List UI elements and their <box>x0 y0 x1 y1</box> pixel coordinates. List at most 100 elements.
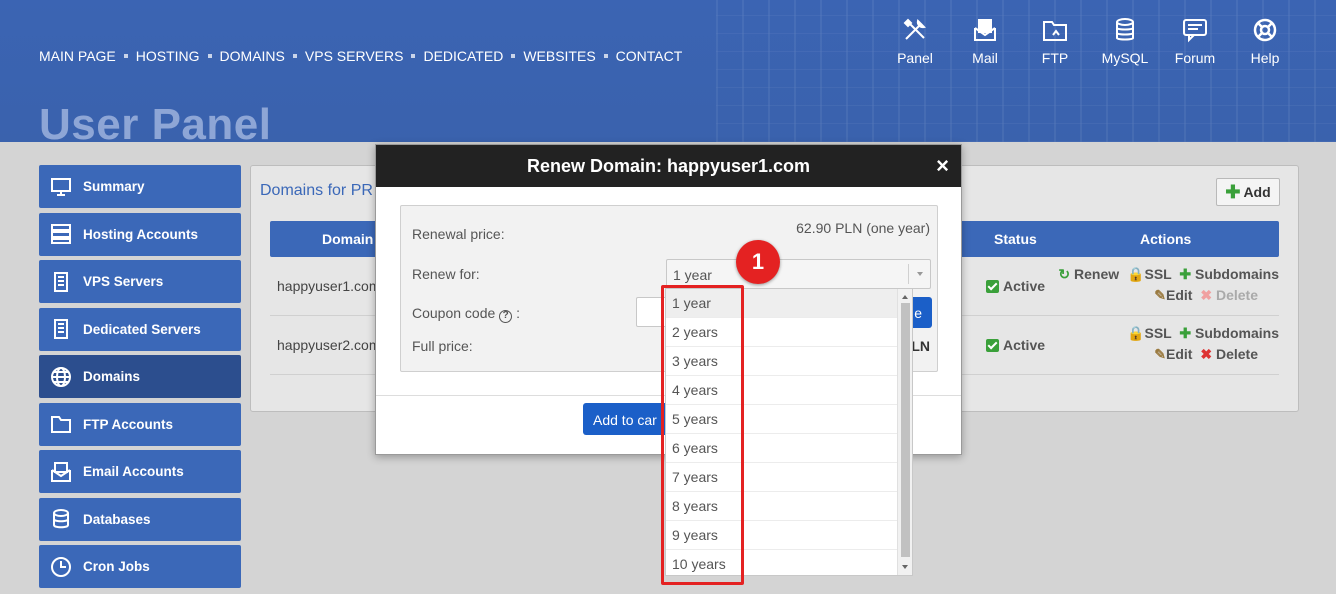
ssl-link[interactable]: 🔒SSL <box>1127 325 1171 341</box>
coupon-label-text: Coupon code <box>412 305 496 321</box>
renew-label: Renew <box>1074 266 1120 282</box>
nav-main-page[interactable]: MAIN PAGE <box>39 48 116 64</box>
domain-name: happyuser1.com <box>277 278 381 294</box>
dropdown-scrollbar[interactable] <box>897 289 912 575</box>
close-icon[interactable]: × <box>936 145 949 187</box>
sidebar-item-vps-servers[interactable]: VPS Servers <box>39 260 241 303</box>
sidebar-item-domains[interactable]: Domains <box>39 355 241 398</box>
menu-mysql[interactable]: MySQL <box>1090 14 1160 66</box>
renew-icon: ↻ <box>1058 266 1071 282</box>
check-icon <box>986 338 999 352</box>
edit-label: Edit <box>1166 346 1193 362</box>
vps-icon <box>54 271 68 292</box>
sidebar-item-label: Cron Jobs <box>83 559 150 574</box>
menu-forum[interactable]: Forum <box>1160 14 1230 66</box>
menu-mail[interactable]: Mail <box>950 14 1020 66</box>
delete-icon: ✖ <box>1200 346 1213 362</box>
nav-contact[interactable]: CONTACT <box>616 48 683 64</box>
edit-link[interactable]: ✎Edit <box>1154 287 1192 303</box>
add-to-cart-button[interactable]: Add to car <box>583 403 673 435</box>
sidebar: Summary Hosting Accounts VPS Servers Ded… <box>39 165 241 593</box>
menu-ftp[interactable]: FTP <box>1020 14 1090 66</box>
step-marker: 1 <box>736 240 780 284</box>
scrollbar-thumb[interactable] <box>901 303 910 557</box>
ssl-link[interactable]: 🔒SSL <box>1127 266 1171 282</box>
subdomains-link[interactable]: ✚ Subdomains <box>1179 266 1279 282</box>
globe-icon <box>51 366 71 387</box>
sidebar-item-dedicated-servers[interactable]: Dedicated Servers <box>39 307 241 351</box>
renew-link[interactable]: ↻ Renew <box>1058 266 1119 282</box>
delete-label: Delete <box>1215 346 1258 362</box>
menu-ftp-label: FTP <box>1041 50 1069 66</box>
monitor-icon <box>51 177 71 196</box>
edit-link[interactable]: ✎Edit <box>1154 346 1192 362</box>
sidebar-item-label: Email Accounts <box>83 464 184 479</box>
dedicated-icon <box>54 319 68 339</box>
menu-mail-label: Mail <box>972 50 998 66</box>
sidebar-item-label: Dedicated Servers <box>83 321 201 337</box>
renew-period-value: 1 year <box>673 267 712 283</box>
coupon-label: Coupon code ? : <box>412 305 520 323</box>
delete-link[interactable]: ✖ Delete <box>1200 346 1258 362</box>
full-price-label: Full price: <box>412 338 473 354</box>
subdomains-link[interactable]: ✚ Subdomains <box>1179 325 1279 341</box>
plus-icon: ✚ <box>1225 181 1241 202</box>
sidebar-item-label: Hosting Accounts <box>83 226 199 242</box>
nav-domains[interactable]: DOMAINS <box>220 48 285 64</box>
renewal-price-value: 62.90 PLN (one year) <box>796 220 930 236</box>
delete-label: Delete <box>1215 287 1258 303</box>
chevron-down-icon <box>908 264 930 284</box>
database-icon <box>1116 18 1134 41</box>
domain-name: happyuser2.com <box>277 337 381 353</box>
column-domain: Domain <box>322 231 374 247</box>
nav-dedicated[interactable]: DEDICATED <box>423 48 503 64</box>
check-icon <box>986 279 999 293</box>
database-icon <box>53 509 69 529</box>
delete-link[interactable]: ✖ Delete <box>1200 287 1258 303</box>
nav-websites[interactable]: WEBSITES <box>523 48 595 64</box>
menu-help[interactable]: Help <box>1230 14 1300 66</box>
sidebar-item-hosting-accounts[interactable]: Hosting Accounts <box>39 212 241 256</box>
email-icon <box>51 461 71 482</box>
edit-icon: ✎ <box>1154 287 1166 303</box>
scroll-down-icon[interactable] <box>902 565 908 569</box>
edit-label: Edit <box>1166 287 1193 303</box>
sidebar-item-label: VPS Servers <box>83 274 164 289</box>
lifebuoy-icon <box>1253 18 1277 42</box>
delete-icon: ✖ <box>1200 287 1213 303</box>
sidebar-item-summary[interactable]: Summary <box>39 165 241 208</box>
ftp-icon <box>1043 21 1067 41</box>
ssl-label: SSL <box>1144 325 1172 341</box>
sidebar-item-label: Domains <box>83 369 141 384</box>
sidebar-item-databases[interactable]: Databases <box>39 497 241 541</box>
mail-icon <box>974 19 996 41</box>
main-nav: MAIN PAGE HOSTING DOMAINS VPS SERVERS DE… <box>39 48 682 64</box>
plus-icon: ✚ <box>1179 325 1192 341</box>
menu-help-label: Help <box>1250 50 1280 66</box>
menu-panel[interactable]: Panel <box>880 14 950 66</box>
coupon-colon: : <box>516 305 520 321</box>
renewal-price-label: Renewal price: <box>412 226 505 242</box>
nav-separator <box>207 54 212 58</box>
add-domain-button[interactable]: ✚ Add <box>1216 178 1280 206</box>
renew-for-label: Renew for: <box>412 266 480 282</box>
sidebar-item-cron-jobs[interactable]: Cron Jobs <box>39 545 241 588</box>
sidebar-item-ftp-accounts[interactable]: FTP Accounts <box>39 402 241 446</box>
menu-panel-label: Panel <box>897 50 933 66</box>
nav-vps-servers[interactable]: VPS SERVERS <box>305 48 404 64</box>
help-icon[interactable]: ? <box>499 310 513 323</box>
row-actions: 🔒SSL ✚ Subdomains ✎Edit ✖ Delete <box>1049 323 1279 365</box>
nav-separator <box>411 54 416 58</box>
plus-icon: ✚ <box>1179 266 1192 282</box>
folder-icon <box>51 416 71 433</box>
nav-hosting[interactable]: HOSTING <box>136 48 200 64</box>
lock-icon: 🔒 <box>1127 266 1145 282</box>
scroll-up-icon[interactable] <box>902 295 908 299</box>
status-text: Active <box>1003 337 1046 353</box>
menu-mysql-label: MySQL <box>1101 50 1149 66</box>
nav-separator <box>603 54 608 58</box>
forum-icon <box>1183 19 1207 43</box>
edit-icon: ✎ <box>1154 346 1166 362</box>
sidebar-item-email-accounts[interactable]: Email Accounts <box>39 450 241 493</box>
server-icon <box>51 224 71 244</box>
